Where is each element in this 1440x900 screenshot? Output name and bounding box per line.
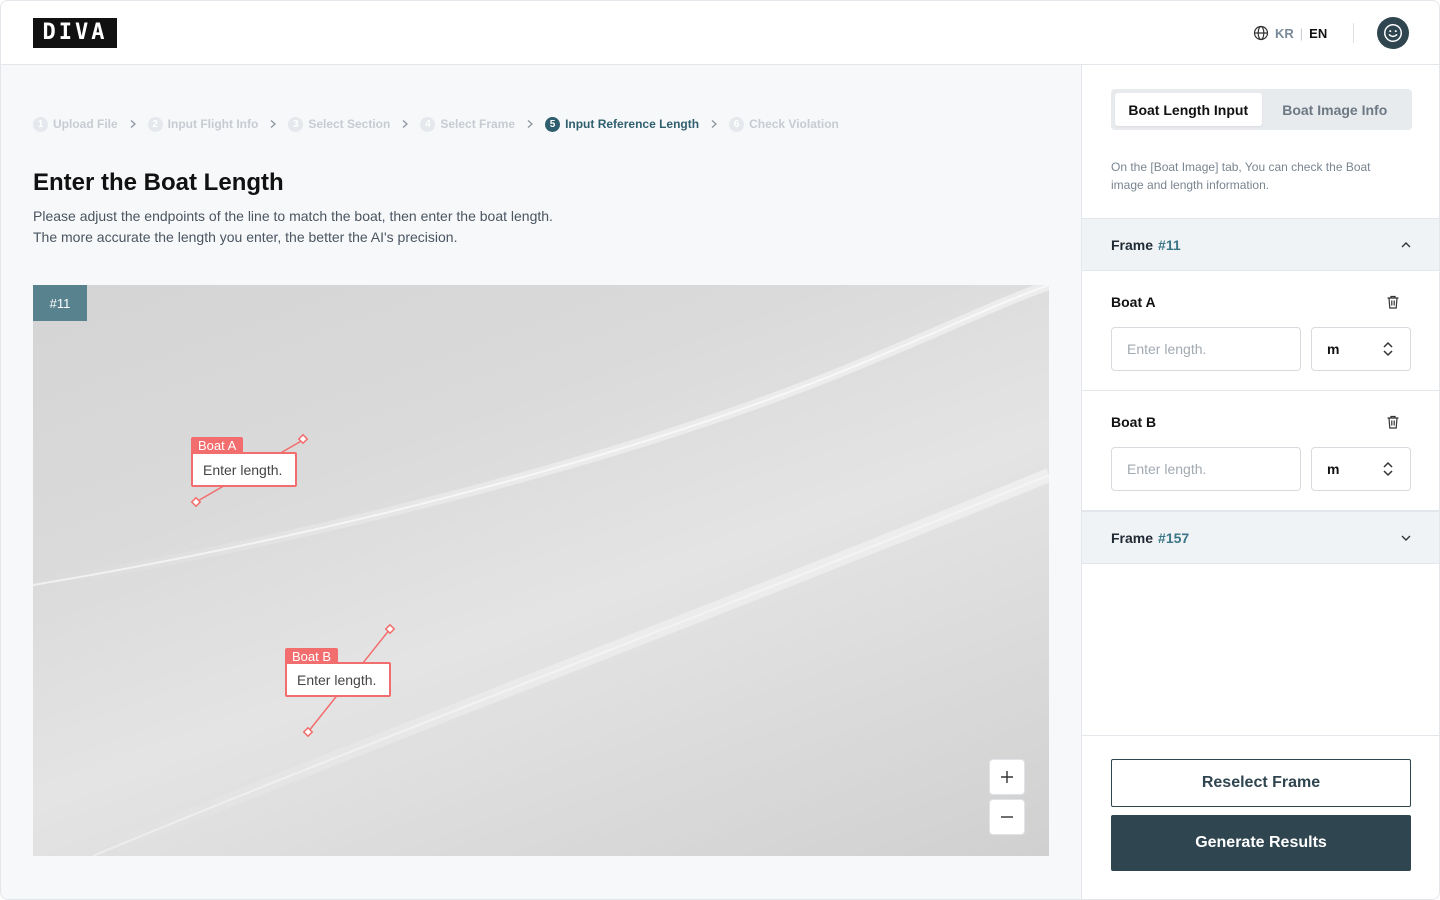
frame-number: #157 xyxy=(1158,529,1190,546)
boat-b-canvas-length-input[interactable]: Enter length. xyxy=(285,662,391,697)
step-upload-file: 1 Upload File xyxy=(33,116,118,132)
boat-b-section: Boat B m xyxy=(1082,391,1439,511)
frame-number-badge: #11 xyxy=(33,285,87,321)
sidebar-tabs: Boat Length Input Boat Image Info xyxy=(1111,89,1412,130)
frame-157-accordion-header[interactable]: Frame #157 xyxy=(1082,511,1439,564)
lang-kr-button[interactable]: KR xyxy=(1275,26,1294,41)
main-content: 1 Upload File 2 Input Flight Info 3 Sele… xyxy=(1,65,1081,899)
boat-b-unit-select[interactable]: m xyxy=(1311,447,1411,491)
chevron-right-icon xyxy=(400,119,410,129)
app-window: DIVA KR | EN 1 Upload File 2 Input Fligh… xyxy=(0,0,1440,900)
frame-label: Frame xyxy=(1111,236,1154,253)
chevron-right-icon xyxy=(709,119,719,129)
lang-en-button[interactable]: EN xyxy=(1309,26,1327,41)
frame-number: #11 xyxy=(1158,236,1181,253)
description-line-1: Please adjust the endpoints of the line … xyxy=(33,208,553,224)
boat-b-name: Boat B xyxy=(1111,414,1157,430)
tab-boat-length-input[interactable]: Boat Length Input xyxy=(1115,93,1262,126)
step-number: 4 xyxy=(420,116,436,132)
step-select-frame: 4 Select Frame xyxy=(420,116,516,132)
sea-wake-background xyxy=(33,285,1049,856)
boat-a-unit-select[interactable]: m xyxy=(1311,327,1411,371)
right-sidebar: Boat Length Input Boat Image Info On the… xyxy=(1081,65,1439,899)
description-line-2: The more accurate the length you enter, … xyxy=(33,229,458,245)
sidebar-note: On the [Boat Image] tab, You can check t… xyxy=(1111,160,1371,192)
page-title: Enter the Boat Length xyxy=(33,169,284,196)
frame-image-canvas[interactable]: #11 Boat A Enter length. Boat B Enter le… xyxy=(33,285,1049,856)
chevron-up-icon xyxy=(1400,239,1412,251)
boat-a-canvas-length-input[interactable]: Enter length. xyxy=(191,452,297,487)
unit-value: m xyxy=(1327,461,1340,477)
logo-text: DIVA xyxy=(42,20,108,45)
generate-results-button[interactable]: Generate Results xyxy=(1111,815,1411,871)
sidebar-footer: Reselect Frame Generate Results xyxy=(1082,735,1439,899)
user-avatar-button[interactable] xyxy=(1377,17,1409,49)
step-label: Select Section xyxy=(308,117,391,131)
step-number: 1 xyxy=(33,116,48,132)
globe-icon xyxy=(1253,25,1269,41)
step-number: 2 xyxy=(147,116,163,132)
trash-icon[interactable] xyxy=(1385,294,1401,310)
step-number: 6 xyxy=(729,116,745,132)
minus-icon xyxy=(1001,816,1013,818)
step-select-section: 3 Select Section xyxy=(288,116,391,132)
language-switcher: KR | EN xyxy=(1253,23,1327,43)
boat-a-handle-start xyxy=(190,496,202,508)
step-label: Input Reference Length xyxy=(565,117,700,131)
lang-separator: | xyxy=(1299,25,1304,41)
progress-stepper: 1 Upload File 2 Input Flight Info 3 Sele… xyxy=(33,115,839,133)
updown-icon xyxy=(1381,461,1395,477)
step-input-flight-info: 2 Input Flight Info xyxy=(147,116,259,132)
step-input-reference-length: 5 Input Reference Length xyxy=(545,116,700,132)
step-label: Upload File xyxy=(53,117,118,131)
boat-b-length-input[interactable] xyxy=(1111,447,1301,491)
frame-11-accordion-header[interactable]: Frame #11 xyxy=(1082,218,1439,271)
step-label: Check Violation xyxy=(749,117,839,131)
chevron-right-icon xyxy=(128,119,138,129)
chevron-right-icon xyxy=(268,119,278,129)
step-check-violation: 6 Check Violation xyxy=(729,116,839,132)
boat-a-length-input[interactable] xyxy=(1111,327,1301,371)
smiley-avatar-icon xyxy=(1384,24,1402,42)
header-divider xyxy=(1353,23,1354,43)
chevron-down-icon xyxy=(1400,532,1412,544)
boat-a-section: Boat A m xyxy=(1082,271,1439,391)
boat-a-name: Boat A xyxy=(1111,294,1156,310)
top-header: DIVA KR | EN xyxy=(1,1,1439,65)
reselect-frame-button[interactable]: Reselect Frame xyxy=(1111,759,1411,807)
trash-icon[interactable] xyxy=(1385,414,1401,430)
plus-icon xyxy=(1001,771,1013,783)
page-description: Please adjust the endpoints of the line … xyxy=(33,206,553,248)
step-label: Select Frame xyxy=(440,117,516,131)
unit-value: m xyxy=(1327,341,1340,357)
step-label: Input Flight Info xyxy=(167,117,259,131)
tab-boat-image-info[interactable]: Boat Image Info xyxy=(1262,93,1409,126)
zoom-in-button[interactable] xyxy=(989,759,1025,795)
diva-logo[interactable]: DIVA xyxy=(33,18,117,48)
zoom-out-button[interactable] xyxy=(989,799,1025,835)
updown-icon xyxy=(1381,341,1395,357)
boat-a-tag: Boat A xyxy=(191,437,244,453)
chevron-right-icon xyxy=(525,119,535,129)
frame-label: Frame xyxy=(1111,529,1154,546)
step-number: 3 xyxy=(288,116,304,132)
step-number: 5 xyxy=(545,116,561,132)
